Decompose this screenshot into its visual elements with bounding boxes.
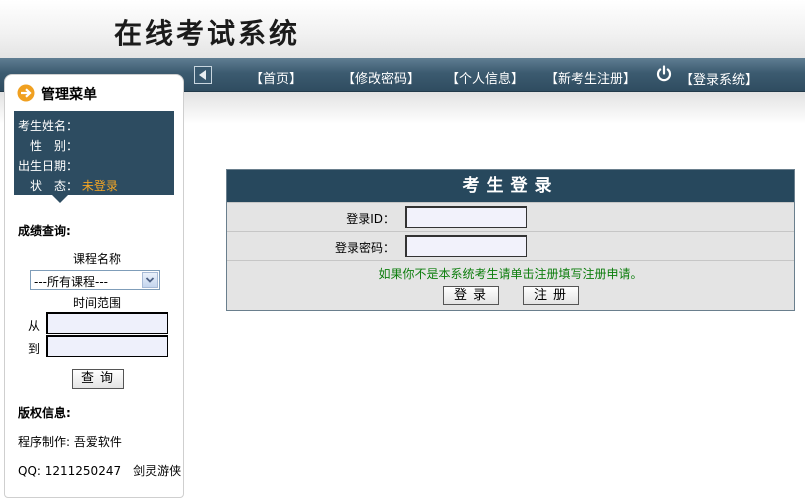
from-label: 从 bbox=[28, 319, 41, 333]
nav-login-system[interactable]: 【登录系统】 bbox=[680, 69, 758, 88]
query-button[interactable]: 查询 bbox=[72, 369, 124, 389]
arrow-right-icon bbox=[17, 84, 35, 102]
to-label: 到 bbox=[28, 342, 41, 356]
power-icon bbox=[655, 65, 673, 83]
login-password-row: 登录密码： bbox=[227, 231, 794, 260]
login-button[interactable]: 登录 bbox=[443, 286, 499, 305]
course-select[interactable]: ---所有课程--- bbox=[30, 270, 160, 290]
to-date-input[interactable] bbox=[46, 335, 168, 357]
gender-label: 性 别： bbox=[30, 139, 79, 153]
login-password-input[interactable] bbox=[405, 235, 527, 257]
course-name-label: 课程名称 bbox=[73, 252, 122, 266]
login-actions-row: 如果你不是本系统考生请单击注册填写注册申请。 bbox=[227, 260, 794, 310]
from-date-input[interactable] bbox=[46, 312, 168, 334]
sidebar: 管理菜单 考生姓名： 性 别： 出生日期： 状 态： 未登录 成绩查询: 课程名… bbox=[4, 74, 184, 498]
user-info-box: 考生姓名： 性 别： 出生日期： 状 态： 未登录 bbox=[14, 111, 174, 195]
author-text: 程序制作: 吾爱软件 bbox=[18, 435, 122, 449]
login-id-row: 登录ID： bbox=[227, 202, 794, 231]
copyright-heading: 版权信息: bbox=[18, 406, 71, 420]
login-id-input[interactable] bbox=[405, 206, 527, 228]
login-title: 考生登录 bbox=[227, 170, 794, 202]
login-panel: 考生登录 登录ID： 登录密码： 如果你不是本系统考生请单击注册填写注册申请。 … bbox=[226, 169, 795, 311]
time-range-label: 时间范围 bbox=[73, 296, 122, 310]
info-box-pointer bbox=[52, 195, 68, 203]
nav-register[interactable]: 【新考生注册】 bbox=[545, 68, 636, 87]
header: 在线考试系统 bbox=[0, 0, 805, 58]
status-label: 状 态： bbox=[30, 179, 79, 193]
status-value: 未登录 bbox=[81, 179, 118, 193]
name-label: 考生姓名： bbox=[18, 119, 79, 133]
qq-text: QQ: 1211250247 剑灵游侠 bbox=[18, 464, 182, 478]
menu-title: 管理菜单 bbox=[41, 87, 97, 103]
app-title: 在线考试系统 bbox=[114, 17, 301, 50]
login-id-label: 登录ID： bbox=[346, 212, 395, 226]
course-select-value: ---所有课程--- bbox=[34, 275, 108, 289]
back-icon[interactable] bbox=[194, 66, 212, 84]
nav-home[interactable]: 【首页】 bbox=[250, 68, 302, 87]
status-row: 状 态： 未登录 bbox=[30, 177, 118, 194]
register-hint: 如果你不是本系统考生请单击注册填写注册申请。 bbox=[378, 267, 643, 281]
nav-change-password[interactable]: 【修改密码】 bbox=[342, 68, 420, 87]
nav-personal-info[interactable]: 【个人信息】 bbox=[446, 68, 524, 87]
register-button[interactable]: 注册 bbox=[523, 286, 579, 305]
score-query-heading: 成绩查询: bbox=[18, 224, 71, 238]
login-password-label: 登录密码： bbox=[334, 241, 395, 255]
birth-label: 出生日期： bbox=[18, 159, 79, 173]
chevron-down-icon[interactable] bbox=[142, 272, 158, 288]
